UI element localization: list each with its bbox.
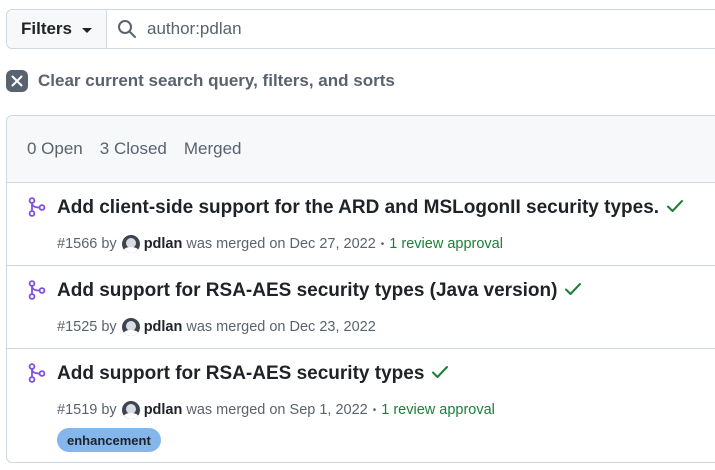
pr-title-line: Add support for RSA-AES security types (… [57,280,582,302]
pull-request-list: 0 Open 3 Closed Merged Add client-side s… [6,115,715,463]
pr-meta: #1566 by pdlan was merged on Dec 27, 202… [57,235,503,253]
filters-button-label: Filters [20,19,73,38]
pr-title[interactable]: Add client-side support for the ARD and … [57,197,659,219]
pr-by: by [101,236,117,252]
x-icon [6,70,28,92]
git-merge-icon [28,280,46,305]
pr-author[interactable]: pdlan [144,236,183,252]
pr-title[interactable]: Add support for RSA-AES security types (… [57,280,557,302]
review-approval-link[interactable]: 1 review approval [381,402,495,418]
tab-merged[interactable]: Merged [184,139,242,159]
pr-meta: #1525 by pdlan was merged on Dec 23, 202… [57,318,376,336]
pr-title-line: Add client-side support for the ARD and … [57,197,684,219]
search-icon [117,19,137,39]
label-enhancement[interactable]: enhancement [57,428,161,452]
pr-number: #1525 [57,319,98,335]
clear-filters-link[interactable]: Clear current search query, filters, and… [6,70,395,92]
pr-merged-status: was merged on Sep 1, 2022 [186,402,368,418]
pr-number: #1566 [57,236,98,252]
git-merge-icon [28,363,46,388]
list-header: 0 Open 3 Closed Merged [7,116,715,183]
pr-by: by [101,402,117,418]
list-item: Add support for RSA-AES security types (… [7,266,715,349]
list-item: Add client-side support for the ARD and … [7,183,715,266]
git-merge-icon [28,197,46,222]
chevron-down-icon [82,27,93,33]
check-icon[interactable] [564,282,582,301]
filters-button[interactable]: Filters [7,10,107,48]
pr-merged-status: was merged on Dec 23, 2022 [186,319,376,335]
review-approval-link[interactable]: 1 review approval [389,236,503,252]
search-area [107,10,715,48]
check-icon[interactable] [431,365,449,384]
pr-meta: #1519 by pdlan was merged on Sep 1, 2022… [57,401,495,419]
avatar[interactable] [121,235,140,253]
list-item: Add support for RSA-AES security types #… [7,349,715,462]
pr-merged-status: was merged on Dec 27, 2022 [186,236,376,252]
meta-separator: • [372,404,377,416]
avatar[interactable] [121,318,140,336]
meta-separator: • [380,238,385,250]
pr-author[interactable]: pdlan [144,402,183,418]
filter-bar: Filters [6,9,715,49]
pr-title[interactable]: Add support for RSA-AES security types [57,363,424,385]
tab-open[interactable]: 0 Open [27,139,83,159]
pr-title-line: Add support for RSA-AES security types [57,363,449,385]
avatar[interactable] [121,401,140,419]
check-icon[interactable] [666,199,684,218]
pr-author[interactable]: pdlan [144,319,183,335]
pr-number: #1519 [57,402,98,418]
clear-filters-label: Clear current search query, filters, and… [38,71,395,90]
search-input[interactable] [147,19,687,39]
pr-by: by [101,319,117,335]
tab-closed[interactable]: 3 Closed [100,139,167,159]
